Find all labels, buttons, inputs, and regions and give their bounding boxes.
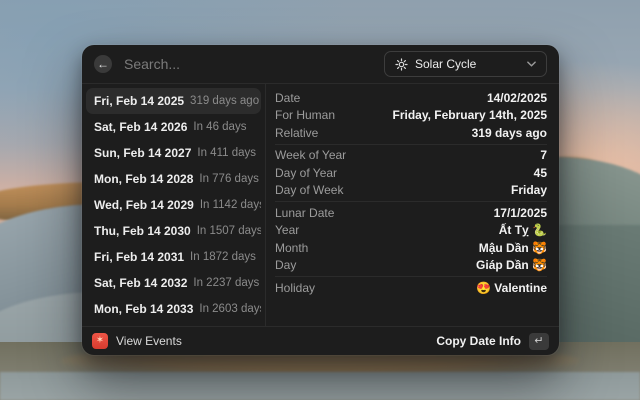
- list-item[interactable]: Mon, Feb 14 2033 In 2603 days: [86, 296, 261, 322]
- detail-row: Relative 319 days ago: [275, 124, 547, 142]
- list-item[interactable]: Fri, Feb 14 2031 In 1872 days: [86, 244, 261, 270]
- detail-label: For Human: [275, 108, 335, 122]
- detail-row: Day Giáp Dần 🐯: [275, 257, 547, 275]
- detail-value: Ất Tỵ 🐍: [499, 223, 547, 237]
- return-key-icon: ↵: [534, 336, 543, 347]
- list-item-title: Sun, Feb 14 2027: [94, 146, 191, 160]
- chevron-down-icon: [527, 61, 536, 67]
- main-content: Fri, Feb 14 2025 319 days ago Sat, Feb 1…: [82, 84, 559, 326]
- detail-row: Date 14/02/2025: [275, 89, 547, 107]
- detail-label: Week of Year: [275, 148, 346, 162]
- detail-panel: Date 14/02/2025 For Human Friday, Februa…: [266, 84, 559, 326]
- detail-label: Relative: [275, 126, 318, 140]
- dropdown-selected-label: Solar Cycle: [415, 57, 520, 71]
- detail-value: 😍 Valentine: [476, 281, 547, 295]
- detail-value: Giáp Dần 🐯: [476, 258, 547, 272]
- detail-value: 45: [534, 166, 547, 180]
- detail-row: Year Ất Tỵ 🐍: [275, 222, 547, 240]
- list-item[interactable]: Sat, Feb 14 2032 In 2237 days: [86, 270, 261, 296]
- list-item-subtitle: 319 days ago: [190, 95, 259, 107]
- detail-row: Month Mậu Dần 🐯: [275, 239, 547, 257]
- list-item-subtitle: In 46 days: [193, 121, 246, 133]
- view-events-action[interactable]: View Events: [116, 334, 182, 348]
- back-arrow-icon: ←: [97, 58, 109, 70]
- list-item-title: Sat, Feb 14 2032: [94, 276, 187, 290]
- date-list: Fri, Feb 14 2025 319 days ago Sat, Feb 1…: [82, 84, 265, 326]
- detail-label: Day: [275, 258, 296, 272]
- list-item-subtitle: In 776 days: [199, 173, 258, 185]
- list-item-subtitle: In 411 days: [197, 147, 256, 159]
- list-item[interactable]: Fri, Feb 14 2025 319 days ago: [86, 88, 261, 114]
- list-item-title: Wed, Feb 14 2029: [94, 198, 194, 212]
- detail-row: For Human Friday, February 14th, 2025: [275, 107, 547, 125]
- detail-row: Lunar Date 17/1/2025: [275, 204, 547, 222]
- detail-label: Day of Week: [275, 183, 343, 197]
- detail-row: Week of Year 7: [275, 147, 547, 165]
- search-bar: ← Solar Cycle: [82, 45, 559, 83]
- list-item-title: Sat, Feb 14 2026: [94, 120, 187, 134]
- list-item-title: Fri, Feb 14 2031: [94, 250, 184, 264]
- detail-label: Date: [275, 91, 300, 105]
- list-item-subtitle: In 1507 days: [197, 225, 261, 237]
- detail-label: Year: [275, 223, 299, 237]
- copy-date-info-action[interactable]: Copy Date Info: [436, 334, 521, 348]
- launcher-window: ← Solar Cycle: [82, 45, 559, 355]
- extension-icon: ✶: [92, 333, 108, 349]
- detail-label: Lunar Date: [275, 206, 334, 220]
- detail-row: Day of Year 45: [275, 164, 547, 182]
- detail-label: Day of Year: [275, 166, 337, 180]
- list-item[interactable]: Sat, Feb 14 2026 In 46 days: [86, 114, 261, 140]
- list-item-title: Mon, Feb 14 2033: [94, 302, 193, 316]
- detail-row: Holiday 😍 Valentine: [275, 279, 547, 297]
- list-item-subtitle: In 1872 days: [190, 251, 256, 263]
- star-icon: ✶: [96, 336, 104, 346]
- detail-value: 17/1/2025: [494, 206, 547, 220]
- list-item-title: Thu, Feb 14 2030: [94, 224, 191, 238]
- detail-value: 7: [540, 148, 547, 162]
- list-item[interactable]: Sun, Feb 14 2027 In 411 days: [86, 140, 261, 166]
- sun-icon: [395, 58, 408, 71]
- detail-value: Friday: [511, 183, 547, 197]
- list-item[interactable]: Wed, Feb 14 2029 In 1142 days: [86, 192, 261, 218]
- detail-row: Day of Week Friday: [275, 182, 547, 200]
- detail-value: Friday, February 14th, 2025: [392, 108, 547, 122]
- list-item[interactable]: Mon, Feb 14 2028 In 776 days: [86, 166, 261, 192]
- list-item-title: Fri, Feb 14 2025: [94, 94, 184, 108]
- search-input[interactable]: [122, 55, 374, 73]
- list-item-subtitle: In 2603 days: [199, 303, 261, 315]
- detail-value: Mậu Dần 🐯: [479, 241, 547, 255]
- screen: ← Solar Cycle: [0, 0, 640, 400]
- detail-value: 14/02/2025: [487, 91, 547, 105]
- section-divider: [275, 276, 547, 277]
- section-divider: [275, 201, 547, 202]
- list-item-subtitle: In 2237 days: [193, 277, 259, 289]
- list-item-subtitle: In 1142 days: [200, 199, 261, 211]
- list-item[interactable]: Thu, Feb 14 2030 In 1507 days: [86, 218, 261, 244]
- back-button[interactable]: ←: [94, 55, 112, 73]
- action-bar: ✶ View Events Copy Date Info ↵: [82, 327, 559, 355]
- rock-foreground-gray: [0, 372, 640, 400]
- mode-dropdown[interactable]: Solar Cycle: [384, 51, 547, 77]
- section-divider: [275, 144, 547, 145]
- detail-label: Holiday: [275, 281, 315, 295]
- detail-value: 319 days ago: [472, 126, 547, 140]
- detail-label: Month: [275, 241, 308, 255]
- enter-key-hint: ↵: [529, 333, 549, 350]
- list-item-title: Mon, Feb 14 2028: [94, 172, 193, 186]
